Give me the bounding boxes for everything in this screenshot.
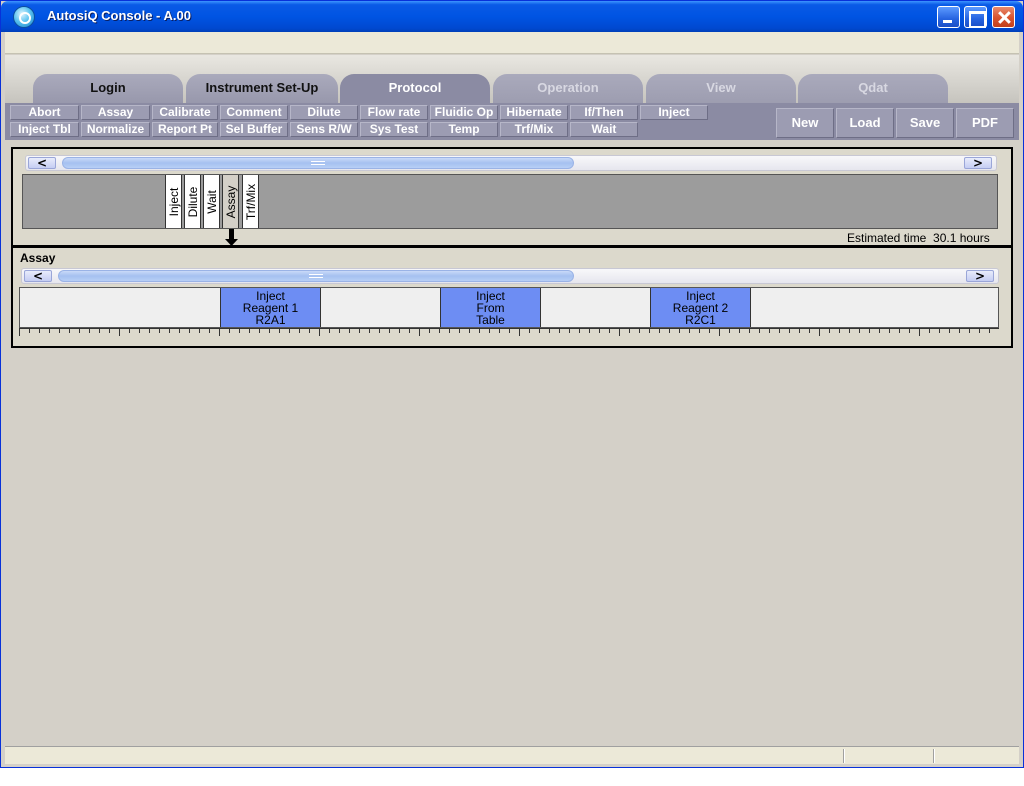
close-button[interactable] — [992, 6, 1015, 28]
arrow-down-icon — [225, 229, 238, 246]
cmd-report-pt[interactable]: Report Pt — [152, 122, 218, 137]
step-inject[interactable]: Inject — [165, 175, 182, 228]
assay-block-inject-reagent-2[interactable]: Inject Reagent 2 R2C1 — [650, 288, 751, 327]
step-dilute[interactable]: Dilute — [184, 175, 201, 228]
step-label: Wait — [204, 189, 219, 214]
save-button[interactable]: Save — [896, 108, 954, 138]
protocol-timeline[interactable]: Inject Dilute Wait Assay Trf/Mix — [22, 174, 998, 229]
assay-timeline[interactable]: Inject Reagent 1 R2A1 Inject From Table … — [19, 287, 999, 328]
protocol-scrollbar[interactable]: < > — [25, 155, 997, 171]
new-button[interactable]: New — [776, 108, 834, 138]
step-trf-mix[interactable]: Trf/Mix — [242, 175, 259, 228]
step-wait[interactable]: Wait — [203, 175, 220, 228]
tab-view[interactable]: View — [646, 74, 796, 103]
command-bar: Abort Assay Calibrate Comment Dilute Flo… — [5, 103, 1019, 140]
cmd-fluidic-op[interactable]: Fluidic Op — [430, 105, 498, 120]
tab-login[interactable]: Login — [33, 74, 183, 103]
tab-instrument-setup[interactable]: Instrument Set-Up — [186, 74, 338, 103]
assay-scroll-left-button[interactable]: < — [24, 270, 52, 282]
block-line: R2A1 — [255, 313, 286, 327]
assay-scroll-thumb[interactable] — [58, 270, 574, 282]
autosiq-logo-icon — [13, 6, 35, 28]
client-area: Login Instrument Set-Up Protocol Operati… — [5, 32, 1019, 765]
step-label: Assay — [223, 185, 238, 218]
tab-strip: Login Instrument Set-Up Protocol Operati… — [5, 55, 1019, 103]
cmd-dilute[interactable]: Dilute — [290, 105, 358, 120]
tab-qdat[interactable]: Qdat — [798, 74, 948, 103]
status-bar — [5, 746, 1019, 764]
assay-scrollbar[interactable]: < > — [21, 268, 999, 284]
block-line: R2C1 — [685, 313, 716, 327]
cmd-temp[interactable]: Temp — [430, 122, 498, 137]
cmd-sens-rw[interactable]: Sens R/W — [290, 122, 358, 137]
step-label: Trf/Mix — [243, 183, 258, 220]
cmd-inject-tbl[interactable]: Inject Tbl — [10, 122, 79, 137]
tab-operation[interactable]: Operation — [493, 74, 643, 103]
cmd-sel-buffer[interactable]: Sel Buffer — [220, 122, 288, 137]
protocol-scroll-right-button[interactable]: > — [964, 157, 992, 169]
cmd-assay[interactable]: Assay — [81, 105, 150, 120]
step-assay[interactable]: Assay — [222, 175, 239, 228]
estimated-time-label: Estimated time — [847, 231, 927, 245]
cmd-inject[interactable]: Inject — [640, 105, 708, 120]
estimated-time: Estimated time 30.1 hours — [847, 231, 990, 245]
assay-panel: Assay < > Inject Reagent 1 R2A1 Inject F… — [11, 246, 1013, 348]
maximize-button[interactable] — [964, 6, 987, 28]
assay-block-inject-reagent-1[interactable]: Inject Reagent 1 R2A1 — [220, 288, 321, 327]
menu-bar — [5, 32, 1019, 54]
status-separator — [933, 749, 935, 763]
cmd-hibernate[interactable]: Hibernate — [500, 105, 568, 120]
cmd-abort[interactable]: Abort — [10, 105, 79, 120]
cmd-wait[interactable]: Wait — [570, 122, 638, 137]
cmd-sys-test[interactable]: Sys Test — [360, 122, 428, 137]
step-label: Inject — [166, 187, 181, 216]
block-line: Table — [476, 313, 505, 327]
window-title: AutosiQ Console - A.00 — [47, 8, 191, 23]
cmd-flow-rate[interactable]: Flow rate — [360, 105, 428, 120]
protocol-panel: < > Inject Dilute Wait Assay Trf/Mix Est… — [11, 147, 1013, 247]
pdf-button[interactable]: PDF — [956, 108, 1014, 138]
load-button[interactable]: Load — [836, 108, 894, 138]
cmd-comment[interactable]: Comment — [220, 105, 288, 120]
grip-icon — [309, 274, 323, 278]
cmd-trf-mix[interactable]: Trf/Mix — [500, 122, 568, 137]
assay-panel-title: Assay — [20, 251, 56, 265]
app-window: AutosiQ Console - A.00 Login Instrument … — [0, 0, 1024, 768]
status-separator — [843, 749, 845, 763]
cmd-normalize[interactable]: Normalize — [81, 122, 150, 137]
time-ruler — [19, 328, 999, 336]
protocol-scroll-thumb[interactable] — [62, 157, 574, 169]
protocol-scroll-left-button[interactable]: < — [28, 157, 56, 169]
grip-icon — [311, 161, 325, 165]
minimize-button[interactable] — [937, 6, 960, 28]
cmd-calibrate[interactable]: Calibrate — [152, 105, 218, 120]
assay-block-inject-from-table[interactable]: Inject From Table — [440, 288, 541, 327]
tab-protocol[interactable]: Protocol — [340, 74, 490, 103]
title-bar[interactable]: AutosiQ Console - A.00 — [1, 1, 1023, 32]
step-label: Dilute — [185, 186, 200, 217]
assay-scroll-right-button[interactable]: > — [966, 270, 994, 282]
estimated-time-value: 30.1 hours — [933, 231, 990, 245]
cmd-if-then[interactable]: If/Then — [570, 105, 638, 120]
